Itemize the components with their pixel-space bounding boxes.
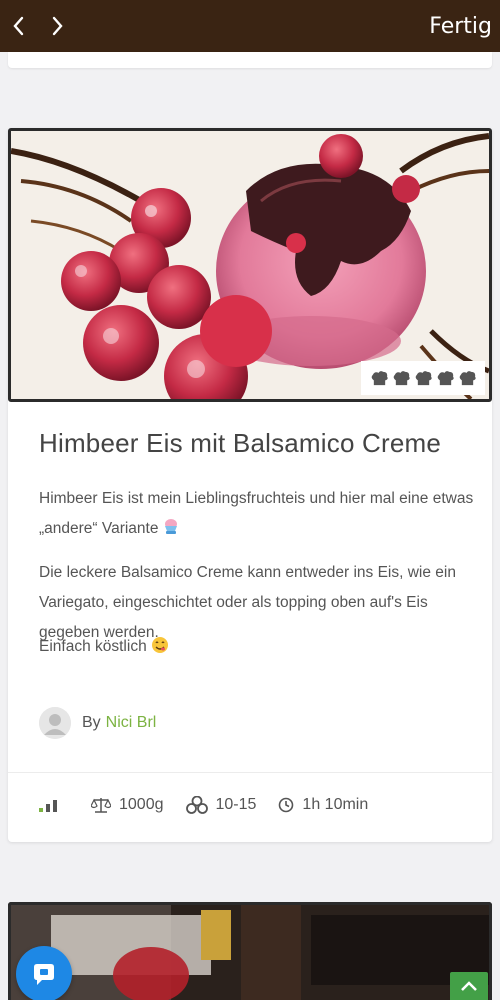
recipe-content: Himbeer Eis mit Balsamico Creme Himbeer … [39, 428, 479, 739]
yum-face-emoji-icon [151, 637, 168, 653]
next-recipe-card[interactable] [8, 902, 492, 1000]
browser-toolbar: Fertig [0, 0, 500, 52]
back-button[interactable] [0, 0, 38, 52]
user-icon [39, 707, 71, 739]
chef-hat-icon [371, 370, 388, 385]
previous-card [8, 52, 492, 68]
ice-cream-emoji-icon [165, 519, 178, 534]
chat-button[interactable] [16, 946, 72, 1000]
chef-hat-icon [437, 370, 454, 385]
time-meta: 1h 10min [278, 796, 368, 814]
next-recipe-image [11, 905, 489, 1000]
chevron-up-icon [461, 981, 477, 991]
scale-icon [91, 798, 111, 813]
forward-button[interactable] [38, 0, 76, 52]
clock-icon [279, 797, 294, 813]
recipe-description-1: Himbeer Eis ist mein Lieblingsfruchteis … [39, 484, 479, 544]
author-info: By Nici Brl [39, 707, 156, 739]
weight-value: 1000g [119, 796, 164, 813]
done-button[interactable]: Fertig [429, 14, 492, 39]
recipe-card[interactable]: Himbeer Eis mit Balsamico Creme Himbeer … [8, 128, 492, 842]
recipe-image[interactable] [8, 128, 492, 402]
chef-hat-icon [415, 370, 432, 385]
raspberry-ice-cream-photo [11, 131, 489, 399]
difficulty-bars-icon [39, 800, 57, 812]
recipe-description-3-text: Einfach köstlich [39, 638, 147, 655]
chef-hat-icon [393, 370, 410, 385]
recipe-description-1-text: Himbeer Eis ist mein Lieblingsfruchteis … [39, 490, 474, 537]
weight-meta: 1000g [91, 796, 164, 814]
cookies-icon [185, 796, 208, 814]
chef-hat-icon [459, 370, 476, 385]
servings-value: 10-15 [215, 796, 257, 813]
time-value: 1h 10min [302, 796, 369, 813]
difficulty-meta [39, 798, 69, 812]
chevron-left-icon [13, 16, 24, 36]
recipe-title[interactable]: Himbeer Eis mit Balsamico Creme [39, 428, 479, 459]
chat-bubble-icon [34, 964, 54, 985]
scroll-to-top-button[interactable] [450, 972, 488, 1000]
recipe-description-3: Einfach köstlich [39, 632, 479, 662]
author-link[interactable]: Nici Brl [106, 714, 157, 732]
author-prefix: By [82, 714, 101, 731]
servings-meta: 10-15 [185, 796, 257, 814]
difficulty-rating [361, 361, 485, 395]
author-avatar[interactable] [39, 707, 71, 739]
recipe-meta: 1000g 10-15 1h 10min [39, 796, 390, 814]
chevron-right-icon [52, 16, 63, 36]
card-divider [8, 772, 492, 773]
